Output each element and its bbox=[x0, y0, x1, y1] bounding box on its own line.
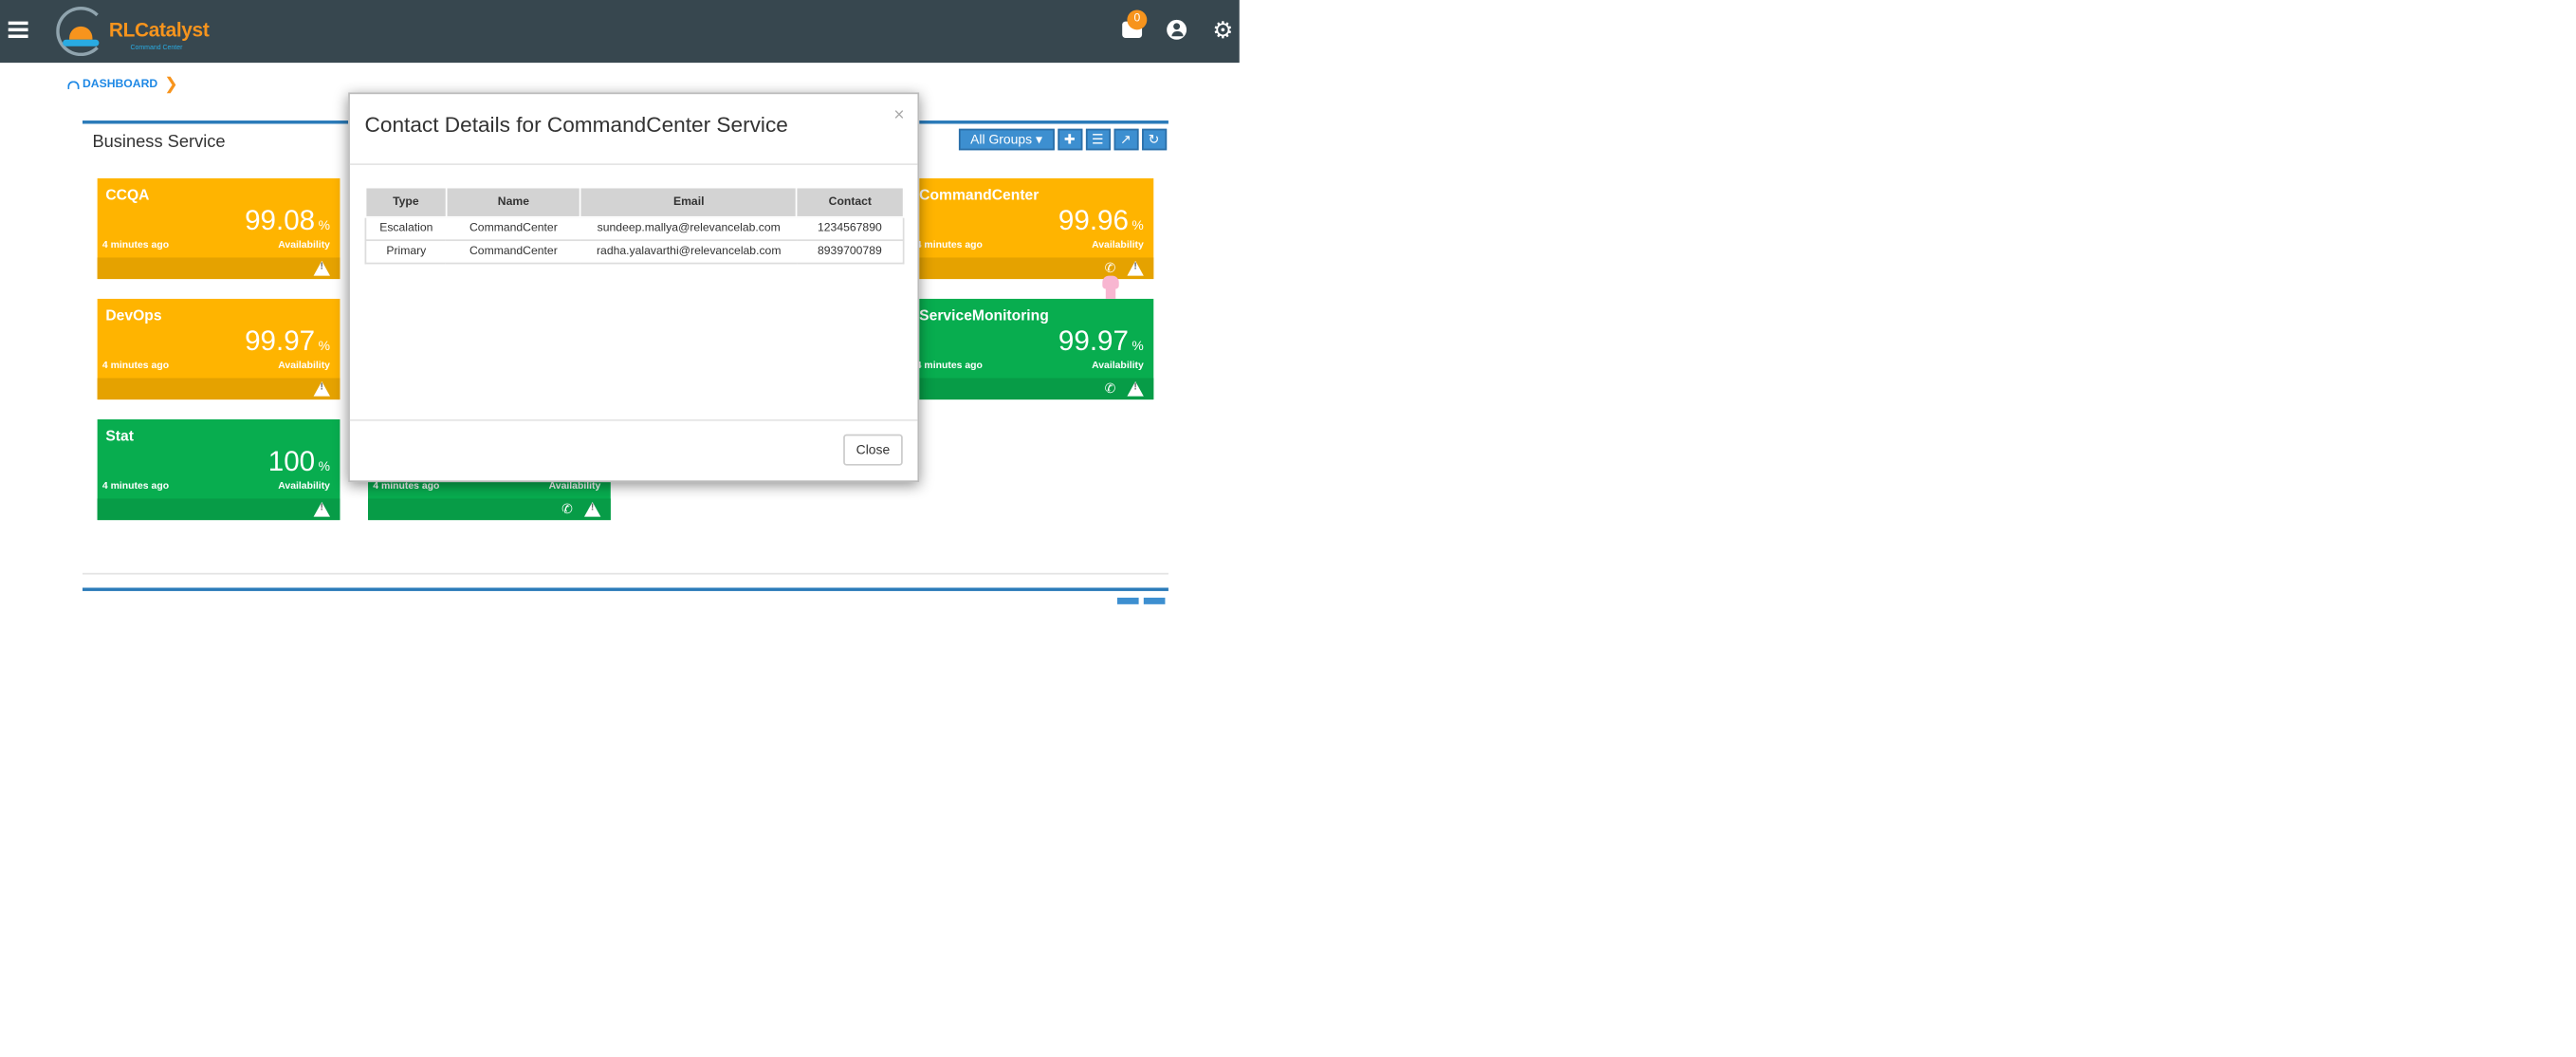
tile-footer bbox=[97, 378, 340, 400]
tile-value: 99.96% bbox=[1058, 204, 1144, 236]
service-tile-servicemonitoring[interactable]: ServiceMonitoring 99.97% 4 minutes ago A… bbox=[911, 298, 1154, 400]
tile-label: Availability bbox=[278, 241, 330, 251]
tile-time: 4 minutes ago bbox=[915, 241, 983, 251]
panel2-button[interactable] bbox=[1116, 597, 1139, 604]
service-tile-stat[interactable]: Stat 100% 4 minutes ago Availability bbox=[97, 418, 340, 521]
tile-name: DevOps bbox=[105, 306, 162, 325]
list-view-icon[interactable]: ☰ bbox=[1085, 128, 1111, 151]
phone-icon[interactable]: ✆ bbox=[1105, 261, 1116, 276]
add-icon[interactable]: ✚ bbox=[1057, 128, 1082, 151]
warning-icon[interactable] bbox=[313, 260, 330, 276]
service-tile-devops[interactable]: DevOps 99.97% 4 minutes ago Availability bbox=[97, 298, 340, 400]
panel-toolbar: All Groups ▾ ✚ ☰ ↗ ↻ bbox=[958, 128, 1167, 151]
tile-footer bbox=[97, 257, 340, 280]
service-tile-commandcenter[interactable]: CommandCenter 99.96% 4 minutes ago Avail… bbox=[911, 177, 1154, 280]
service-tile-ccqa[interactable]: CCQA 99.08% 4 minutes ago Availability bbox=[97, 177, 340, 280]
chevron-right-icon: ❯ bbox=[164, 76, 178, 95]
tile-name: CCQA bbox=[105, 186, 150, 204]
table-row: Escalation CommandCenter sundeep.mallya@… bbox=[364, 216, 905, 242]
warning-icon[interactable] bbox=[1127, 260, 1144, 276]
contact-table: Type Name Email Contact Escalation Comma… bbox=[364, 186, 905, 265]
notification-badge: 0 bbox=[1127, 9, 1148, 30]
table-cell: 8939700789 bbox=[797, 240, 905, 265]
dashboard-icon bbox=[67, 81, 80, 89]
warning-icon[interactable] bbox=[583, 501, 601, 517]
contact-details-modal: Contact Details for CommandCenter Servic… bbox=[348, 92, 920, 483]
all-groups-dropdown[interactable]: All Groups ▾ bbox=[958, 128, 1055, 151]
tile-footer bbox=[97, 498, 340, 521]
tile-time: 4 minutes ago bbox=[101, 241, 170, 251]
pointer-cursor-icon bbox=[1095, 275, 1125, 303]
column-header: Contact bbox=[796, 186, 905, 218]
tile-value: 99.97% bbox=[245, 325, 330, 357]
tile-value: 100% bbox=[267, 445, 330, 477]
brand-subtitle: Command Center bbox=[130, 43, 183, 51]
logo-wave bbox=[63, 39, 100, 46]
rlcatalyst-logo[interactable]: RLCatalyst Command Center bbox=[56, 6, 210, 57]
warning-icon[interactable] bbox=[313, 380, 330, 397]
breadcrumb-dashboard[interactable]: DASHBOARD bbox=[83, 80, 157, 91]
table-cell: 1234567890 bbox=[797, 216, 905, 242]
refresh-icon[interactable]: ↻ bbox=[1141, 128, 1167, 151]
tile-name: CommandCenter bbox=[919, 186, 1040, 204]
panel-title: Business Service bbox=[92, 132, 226, 153]
tile-name: Stat bbox=[105, 427, 134, 445]
tile-footer: ✆ bbox=[368, 498, 611, 521]
panel2-button[interactable] bbox=[1143, 597, 1166, 604]
phone-icon[interactable]: ✆ bbox=[1105, 381, 1116, 397]
table-cell: Escalation bbox=[364, 216, 447, 242]
column-header: Type bbox=[364, 186, 448, 218]
table-cell: sundeep.mallya@relevancelab.com bbox=[580, 216, 798, 242]
tile-label: Availability bbox=[278, 482, 330, 492]
column-header: Email bbox=[580, 186, 798, 218]
tile-time: 4 minutes ago bbox=[101, 482, 170, 492]
modal-title: Contact Details for CommandCenter Servic… bbox=[364, 112, 788, 138]
brand-name: RLCatalyst bbox=[108, 18, 210, 42]
tile-time: 4 minutes ago bbox=[915, 362, 983, 372]
chart-view-icon[interactable]: ↗ bbox=[1113, 128, 1138, 151]
table-row: Primary CommandCenter radha.yalavarthi@r… bbox=[364, 240, 905, 265]
tile-value: 99.08% bbox=[245, 204, 330, 236]
second-panel bbox=[83, 587, 1168, 603]
tile-name: ServiceMonitoring bbox=[919, 306, 1049, 325]
divider bbox=[349, 163, 918, 165]
close-icon[interactable]: × bbox=[893, 105, 904, 125]
close-button[interactable]: Close bbox=[843, 434, 903, 466]
divider bbox=[349, 418, 918, 421]
phone-icon[interactable]: ✆ bbox=[561, 502, 573, 517]
table-cell: radha.yalavarthi@relevancelab.com bbox=[580, 240, 798, 265]
column-header: Name bbox=[445, 186, 582, 218]
tile-label: Availability bbox=[1092, 241, 1144, 251]
breadcrumb[interactable]: DASHBOARD ❯ bbox=[67, 76, 178, 95]
tile-footer: ✆ bbox=[911, 378, 1154, 400]
top-navbar: RLCatalyst Command Center 0 ⚙ bbox=[0, 0, 1240, 64]
tile-value: 99.97% bbox=[1058, 325, 1144, 357]
table-cell: CommandCenter bbox=[446, 216, 581, 242]
table-cell: CommandCenter bbox=[446, 240, 581, 265]
tile-label: Availability bbox=[278, 362, 330, 372]
tile-time: 4 minutes ago bbox=[101, 362, 170, 372]
warning-icon[interactable] bbox=[1127, 380, 1144, 397]
tile-label: Availability bbox=[548, 482, 601, 492]
warning-icon[interactable] bbox=[313, 501, 330, 517]
tile-time: 4 minutes ago bbox=[373, 482, 440, 492]
tile-label: Availability bbox=[1092, 362, 1144, 372]
gear-icon[interactable]: ⚙ bbox=[1211, 18, 1234, 41]
menu-icon[interactable] bbox=[8, 21, 28, 39]
table-cell: Primary bbox=[364, 240, 447, 265]
user-icon[interactable] bbox=[1165, 18, 1187, 41]
